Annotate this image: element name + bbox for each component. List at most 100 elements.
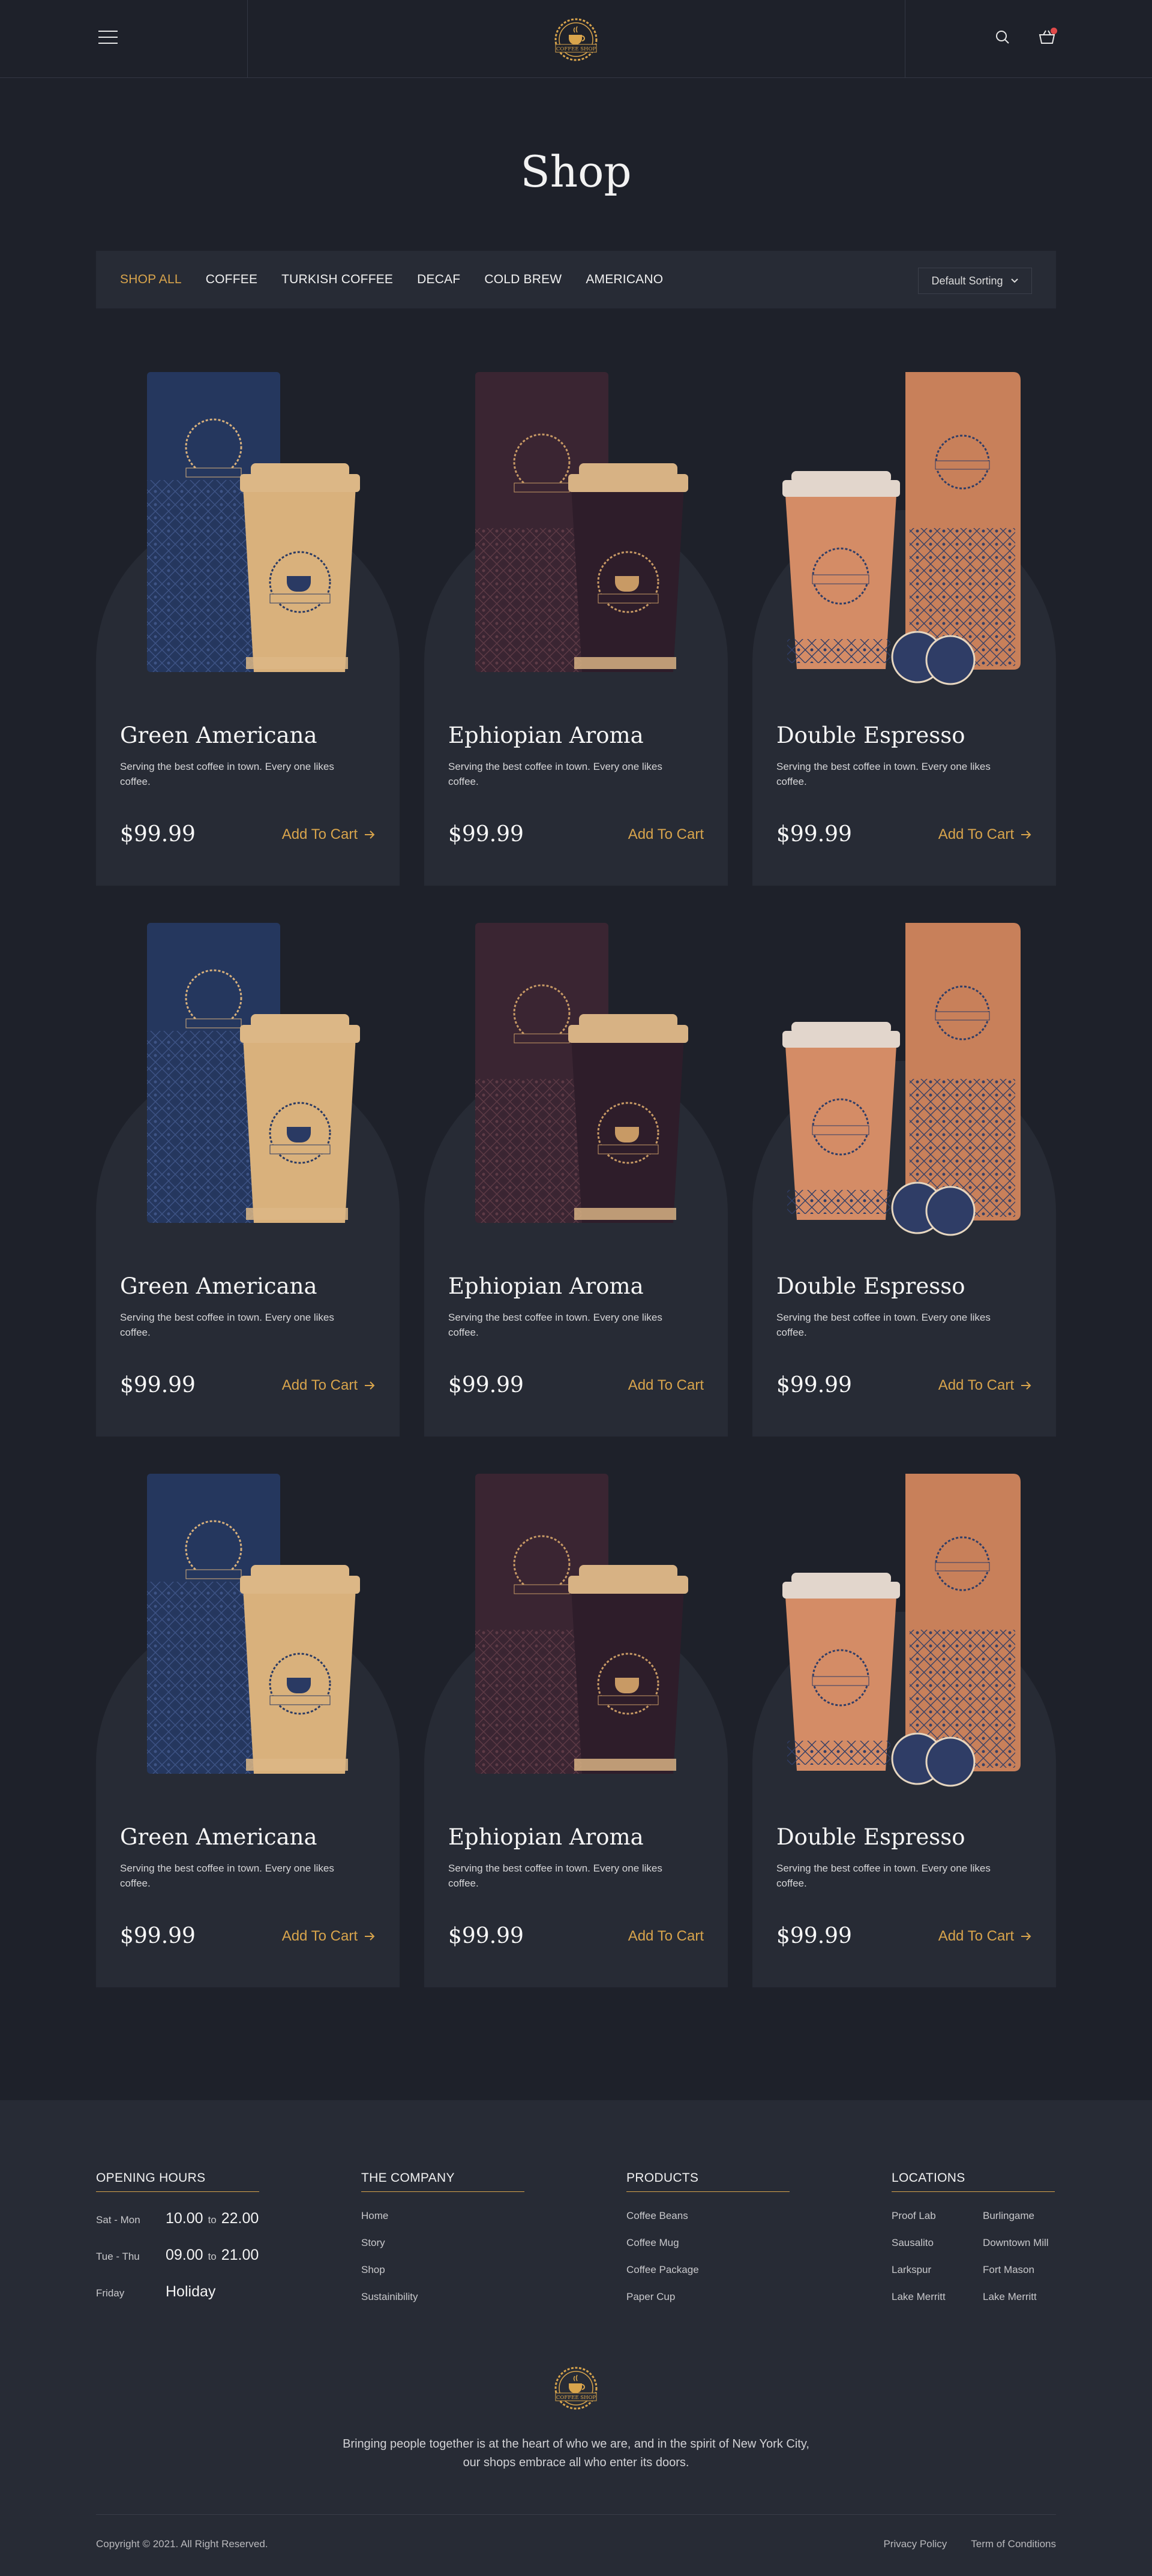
- product-title[interactable]: Double Espresso: [776, 722, 1034, 748]
- product-footer: $99.99 Add To Cart: [120, 1373, 376, 1398]
- product-title[interactable]: Double Espresso: [776, 1824, 1034, 1850]
- arrow-right-icon: [365, 1381, 375, 1390]
- locations-section: LOCATIONS Proof Lab Burlingame Sausalito Do…: [892, 2171, 1067, 2303]
- product-image[interactable]: [96, 1468, 400, 1804]
- sort-dropdown[interactable]: Default Sorting: [918, 268, 1032, 294]
- add-to-cart-button[interactable]: Add To Cart: [628, 1377, 704, 1394]
- product-price: $99.99: [776, 1924, 852, 1948]
- product-price: $99.99: [448, 1924, 524, 1948]
- location-sausalito[interactable]: Sausalito: [892, 2237, 983, 2249]
- footer-link-coffee-mug[interactable]: Coffee Mug: [626, 2237, 790, 2249]
- add-to-cart-label: Add To Cart: [938, 826, 1014, 842]
- product-title[interactable]: Green Americana: [120, 1824, 378, 1850]
- product-image[interactable]: [96, 366, 400, 702]
- product-title[interactable]: Double Espresso: [776, 1273, 1034, 1299]
- copyright-text: Copyright © 2021. All Right Reserved.: [96, 2538, 268, 2550]
- hours-open: 09.00: [166, 2247, 203, 2263]
- opening-hours-section: OPENING HOURS Sat - Mon 10.00 to 22.00 Tue -…: [96, 2171, 259, 2320]
- product-image[interactable]: [96, 917, 400, 1253]
- product-price: $99.99: [448, 1373, 524, 1398]
- add-to-cart-button[interactable]: Add To Cart: [282, 826, 376, 843]
- product-title[interactable]: Ephiopian Aroma: [448, 1824, 706, 1850]
- hours-day: Tue - Thu: [96, 2251, 140, 2262]
- add-to-cart-label: Add To Cart: [281, 1927, 358, 1944]
- location-larkspur[interactable]: Larkspur: [892, 2264, 983, 2276]
- hours-row: Sat - Mon 10.00 to 22.00: [96, 2210, 259, 2227]
- product-title[interactable]: Green Americana: [120, 1273, 378, 1299]
- product-price: $99.99: [120, 1373, 196, 1398]
- tab-americano[interactable]: AMERICANO: [586, 272, 663, 287]
- cart-button[interactable]: [1038, 28, 1057, 46]
- location-fort-mason[interactable]: Fort Mason: [983, 2264, 1067, 2276]
- svg-text:COFFEE SHOP: COFFEE SHOP: [556, 2395, 596, 2401]
- product-description: Serving the best coffee in town. Every o…: [448, 1863, 662, 1889]
- product-description: Serving the best coffee in town. Every o…: [776, 1312, 991, 1338]
- product-footer: $99.99 Add To Cart: [120, 1924, 376, 1948]
- add-to-cart-button[interactable]: Add To Cart: [938, 826, 1032, 843]
- location-lake-merritt[interactable]: Lake Merritt: [983, 2291, 1067, 2303]
- location-burlingame[interactable]: Burlingame: [983, 2210, 1067, 2222]
- location-lake-merritt[interactable]: Lake Merritt: [892, 2291, 983, 2303]
- hours-close: 21.00: [221, 2247, 259, 2263]
- product-image[interactable]: [424, 1468, 728, 1804]
- footer-link-sustainibility[interactable]: Sustainibility: [361, 2291, 524, 2303]
- product-image[interactable]: [752, 366, 1056, 702]
- product-image[interactable]: [424, 366, 728, 702]
- footer-link-paper-cup[interactable]: Paper Cup: [626, 2291, 790, 2303]
- product-footer: $99.99 Add To Cart: [776, 1924, 1032, 1948]
- footer-link-coffee-package[interactable]: Coffee Package: [626, 2264, 790, 2276]
- add-to-cart-button[interactable]: Add To Cart: [628, 1928, 704, 1945]
- arrow-right-icon: [1021, 1381, 1031, 1390]
- product-image[interactable]: [752, 1468, 1056, 1804]
- add-to-cart-button[interactable]: Add To Cart: [938, 1377, 1032, 1394]
- add-to-cart-button[interactable]: Add To Cart: [282, 1928, 376, 1945]
- tab-decaf[interactable]: DECAF: [417, 272, 460, 287]
- add-to-cart-button[interactable]: Add To Cart: [628, 826, 704, 843]
- hours-to-label: to: [208, 2214, 217, 2226]
- opening-hours-heading: OPENING HOURS: [96, 2171, 259, 2192]
- product-footer: $99.99 Add To Cart: [120, 822, 376, 847]
- products-heading: PRODUCTS: [626, 2171, 790, 2192]
- add-to-cart-button[interactable]: Add To Cart: [938, 1928, 1032, 1945]
- company-section: THE COMPANY Home Story Shop Sustainibility: [361, 2171, 524, 2318]
- tab-cold-brew[interactable]: COLD BREW: [484, 272, 562, 287]
- add-to-cart-button[interactable]: Add To Cart: [282, 1377, 376, 1394]
- tab-coffee[interactable]: COFFEE: [206, 272, 257, 287]
- hamburger-icon[interactable]: [98, 31, 118, 46]
- product-title[interactable]: Ephiopian Aroma: [448, 1273, 706, 1299]
- search-icon[interactable]: [995, 29, 1010, 45]
- product-image[interactable]: [752, 917, 1056, 1253]
- legal-link-privacy-policy[interactable]: Privacy Policy: [883, 2538, 947, 2550]
- product-footer: $99.99 Add To Cart: [776, 1373, 1032, 1398]
- product-description: Serving the best coffee in town. Every o…: [448, 761, 662, 787]
- footer-divider: [96, 2514, 1056, 2515]
- site-footer: OPENING HOURS Sat - Mon 10.00 to 22.00 Tue -…: [0, 2100, 1152, 2576]
- product-price: $99.99: [120, 1924, 196, 1948]
- coffee-shop-logo[interactable]: COFFEE SHOP: [550, 16, 602, 64]
- footer-link-shop[interactable]: Shop: [361, 2264, 524, 2276]
- product-footer: $99.99 Add To Cart: [448, 822, 704, 847]
- product-image[interactable]: [424, 917, 728, 1253]
- tab-turkish-coffee[interactable]: TURKISH COFFEE: [281, 272, 393, 287]
- legal-link-term-of-conditions[interactable]: Term of Conditions: [971, 2538, 1056, 2550]
- product-footer: $99.99 Add To Cart: [776, 822, 1032, 847]
- location-downtown-mill[interactable]: Downtown Mill: [983, 2237, 1067, 2249]
- footer-link-home[interactable]: Home: [361, 2210, 524, 2222]
- hours-day: Friday: [96, 2287, 125, 2299]
- product-info: Double Espresso Serving the best coffee i…: [776, 1273, 1034, 1340]
- tab-shop-all[interactable]: SHOP ALL: [120, 272, 182, 287]
- add-to-cart-label: Add To Cart: [281, 826, 358, 842]
- add-to-cart-label: Add To Cart: [628, 1927, 704, 1944]
- page-title: Shop: [520, 146, 632, 197]
- product-description: Serving the best coffee in town. Every o…: [120, 761, 334, 787]
- location-proof-lab[interactable]: Proof Lab: [892, 2210, 983, 2222]
- product-footer: $99.99 Add To Cart: [448, 1373, 704, 1398]
- product-title[interactable]: Ephiopian Aroma: [448, 722, 706, 748]
- footer-link-coffee-beans[interactable]: Coffee Beans: [626, 2210, 790, 2222]
- product-description: Serving the best coffee in town. Every o…: [776, 761, 991, 787]
- footer-link-story[interactable]: Story: [361, 2237, 524, 2249]
- footer-logo[interactable]: COFFEE SHOP: [550, 2364, 602, 2412]
- product-info: Green Americana Serving the best coffee i…: [120, 722, 378, 789]
- product-title[interactable]: Green Americana: [120, 722, 378, 748]
- product-price: $99.99: [776, 822, 852, 847]
